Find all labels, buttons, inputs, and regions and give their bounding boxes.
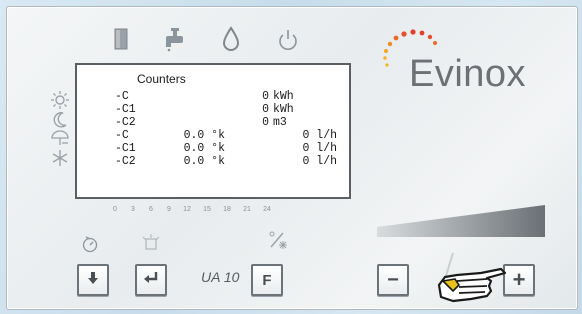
temp-label: -C2 [115,155,136,168]
temp-label: -C [115,129,129,142]
brand-name: Evinox [409,53,527,95]
time-tick: 6 [149,206,153,213]
water-drop-icon [221,25,241,58]
counter-value: 0 [262,103,269,116]
enter-arrow-icon [143,271,159,290]
enter-button[interactable] [135,264,167,296]
flow-value: 0 l/h [302,129,337,142]
counter-label: -C2 [115,116,136,129]
counter-row: -C2 0 m3 [77,116,349,130]
function-button[interactable]: F [251,264,283,296]
time-tick: 24 [263,206,271,213]
cylinder-icon [113,27,129,56]
counter-unit: m3 [273,116,287,129]
counter-label: -C [115,90,129,103]
counter-unit: kWh [273,90,294,103]
temp-row: -C2 0.0 °k 0 l/h [77,155,349,169]
background: Counters -C 0 kWh -C1 0 kWh -C2 0 m3 -C … [0,0,582,314]
minus-button[interactable]: − [377,264,409,296]
temp-row: -C 0.0 °k 0 l/h [77,129,349,143]
temp-value: 0.0 °k [183,142,225,155]
counter-unit: kWh [273,103,294,116]
temp-value: 0.0 °k [183,155,225,168]
temp-row: -C1 0.0 °k 0 l/h [77,142,349,156]
counter-label: -C1 [115,103,136,116]
time-tick: 21 [243,206,251,213]
counter-value: 0 [262,90,269,103]
counter-value: 0 [262,116,269,129]
time-tick: 12 [183,206,191,213]
power-icon [277,27,299,56]
minus-button-label: − [387,268,399,291]
time-tick: 0 [113,206,117,213]
pointing-hand-cursor-icon [431,251,521,312]
counter-row: -C1 0 kWh [77,103,349,117]
counter-row: -C 0 kWh [77,90,349,104]
frost-snowflake-icon [51,149,69,172]
time-tick: 18 [223,206,231,213]
time-tick: 3 [131,206,135,213]
screen-title: Counters [137,72,186,86]
flow-value: 0 l/h [302,142,337,155]
boost-icon [141,233,161,258]
temp-value: 0.0 °k [183,129,225,142]
model-label: UA 10 [201,269,240,285]
temp-label: -C1 [115,142,136,155]
controller-panel: Counters -C 0 kWh -C1 0 kWh -C2 0 m3 -C … [6,6,578,310]
tap-icon [163,27,187,58]
function-button-label: F [262,271,272,289]
down-button[interactable] [77,264,109,296]
timer-icon [81,235,99,258]
time-tick: 9 [167,206,171,213]
display-screen: Counters -C 0 kWh -C1 0 kWh -C2 0 m3 -C … [75,63,351,199]
percent-frost-icon [267,229,289,256]
flow-value: 0 l/h [302,155,337,168]
down-arrow-icon [86,271,100,290]
level-ramp-indicator [377,203,547,239]
time-tick: 15 [203,206,211,213]
